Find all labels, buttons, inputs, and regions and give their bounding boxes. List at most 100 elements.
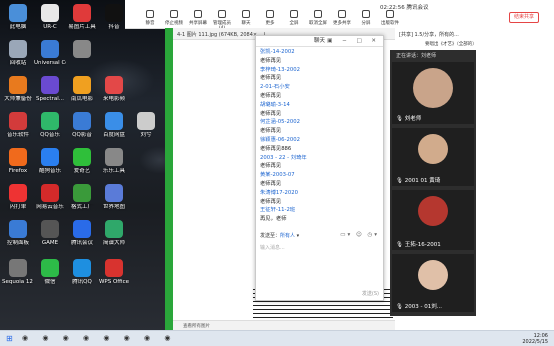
windows-start-icon[interactable]: ⊞ (6, 334, 13, 343)
desktop-icon[interactable]: 音乐软件 (2, 112, 34, 139)
chat-sender: 胡璐瑜-3-14 (260, 101, 290, 108)
desktop-icon[interactable]: Universal Control (34, 40, 66, 67)
viewer-footer[interactable]: 查看所有图片 (173, 320, 395, 330)
toolbar-button[interactable]: 更多共享 (331, 10, 353, 26)
desktop-icon[interactable]: 此电脑 (2, 4, 34, 31)
desktop-icon[interactable]: 乐乐工具 (98, 148, 130, 175)
toolbar-label: 停止视频 (165, 21, 183, 26)
toolbar-button[interactable]: 分屏 (355, 10, 377, 26)
taskbar: ⊞ ◉ ◉ ◉ ◉ ◉ ◉ ◉ ◉ 12:06 2022/5/15 (0, 330, 554, 346)
system-tray-clock[interactable]: 12:06 2022/5/15 (522, 333, 548, 345)
participant-tile[interactable]: 🎙 2003 - 01刘... (392, 254, 474, 312)
window-controls[interactable]: ▣ − □ ✕ (327, 36, 380, 47)
toolbar-button[interactable]: 停止视频 (163, 10, 185, 26)
desktop-icon-label: 大师兼备份 (4, 96, 32, 102)
send-to-target[interactable]: 所有人 (280, 233, 295, 239)
desktop-icon[interactable]: 爱奇艺 (66, 148, 98, 175)
toolbar-label: 取消全屏 (309, 21, 327, 26)
app-icon (105, 4, 123, 22)
desktop-icon[interactable]: 腾讯会议 (66, 220, 98, 247)
toolbar-button[interactable]: 出版软件 (379, 10, 401, 26)
toolbar-button[interactable]: 全屏 (283, 10, 305, 26)
desktop-icon[interactable]: 百度网盘 (98, 112, 130, 139)
send-to[interactable]: 发送至：所有人 ▾ (260, 232, 299, 239)
toolbar-label: 出版软件 (381, 21, 399, 26)
desktop-icon[interactable]: 微信 (34, 259, 66, 286)
app-icon (137, 112, 155, 130)
toolbar-button[interactable]: 共享屏幕 (187, 10, 209, 26)
app-icon (9, 220, 27, 238)
desktop-icon[interactable]: QQ影音 (66, 112, 98, 139)
desktop-icon[interactable]: 闪打单 (2, 184, 34, 211)
desktop-icon-label: 刘兮 (140, 132, 152, 138)
toolbar-button[interactable]: 静音 (139, 10, 161, 26)
desktop-icon[interactable]: 南瓜电影 (66, 76, 98, 103)
app-icon (9, 4, 27, 22)
app-icon (105, 112, 123, 130)
toolbar-button[interactable]: 聊天 (235, 10, 257, 26)
desktop-icon-label: 音乐软件 (6, 132, 29, 138)
app-icon (41, 76, 59, 94)
desktop-icon[interactable]: 酷狗音乐 (34, 148, 66, 175)
toolbar-icon (194, 10, 202, 18)
app-icon (105, 184, 123, 202)
desktop-icon-label: 回收站 (9, 60, 27, 66)
end-share-button[interactable]: 结束共享 (509, 12, 539, 23)
participant-video (418, 134, 448, 164)
chat-input[interactable]: 输入消息... (260, 244, 285, 251)
participant-name: 🎙 刘老师 (396, 116, 422, 122)
toolbar-icon (266, 10, 274, 18)
share-border (165, 28, 173, 330)
desktop-icon[interactable]: Spectral... (34, 76, 66, 103)
app-icon (41, 40, 59, 58)
desktop-icon[interactable]: 大师兼备份 (2, 76, 34, 103)
desktop-icon-label: 腾讯QQ (72, 279, 92, 285)
toolbar-button[interactable]: 取消全屏 (307, 10, 329, 26)
desktop-icon[interactable]: 腾讯QQ (66, 259, 98, 286)
participant-video (413, 68, 453, 108)
desktop-icon[interactable]: 网易云音乐 (34, 184, 66, 211)
desktop-icon[interactable]: 世界地图 (98, 184, 130, 211)
desktop-icon[interactable]: QQ音乐 (34, 112, 66, 139)
toolbar-icon (242, 10, 250, 18)
app-icon (73, 259, 91, 277)
chat-message: 老师再见 (260, 57, 282, 64)
chat-sender: 2-01-石小安 (260, 84, 290, 91)
desktop-icon[interactable]: 回收站 (2, 40, 34, 67)
app-icon (9, 112, 27, 130)
desktop-icon[interactable]: UR-C (34, 4, 66, 31)
app-icon (9, 148, 27, 166)
app-icon (105, 220, 123, 238)
desktop-icon-label: 南瓜电影 (70, 96, 93, 102)
desktop-icon[interactable]: GAME (34, 220, 66, 247)
chat-message: 老师再见886 (260, 145, 292, 152)
desktop-icon[interactable]: 格式工厂 (66, 184, 98, 211)
desktop-icon-label: 闪打单 (9, 204, 27, 210)
desktop-icon[interactable]: 来电影频 (98, 76, 130, 103)
taskbar-apps[interactable]: ◉ ◉ ◉ ◉ ◉ ◉ ◉ ◉ (22, 334, 176, 342)
desktop-icon[interactable]: Firefox (2, 148, 34, 175)
app-icon (73, 184, 91, 202)
desktop-icon[interactable]: 易图片工具 (66, 4, 98, 31)
participant-name: 🎙 2001 01 黄琦 (396, 178, 441, 184)
app-icon (73, 4, 91, 22)
app-icon (41, 148, 59, 166)
desktop-icon[interactable]: 刘兮 (130, 112, 162, 139)
chat-tools[interactable]: ▭▾ ☺ ◷▾ (340, 232, 379, 238)
toolbar-label: 聊天 (241, 21, 251, 26)
desktop-icon[interactable]: 控制面板 (2, 220, 34, 247)
desktop-icon[interactable]: WPS Office (98, 259, 130, 286)
send-button[interactable]: 发送(S) (362, 290, 379, 297)
desktop-icon[interactable] (66, 40, 98, 60)
participant-tile[interactable]: 🎙 刘老师 (392, 62, 474, 124)
desktop-icon-label: Firefox (8, 168, 28, 174)
participant-tile[interactable]: 🎙 2001 01 黄琦 (392, 128, 474, 186)
desktop-icon[interactable]: Sequoia 12 (64-Bit) (2, 259, 34, 286)
participant-name: 🎙 王拓-16-2001 (396, 242, 441, 248)
app-icon (41, 4, 59, 22)
toolbar-button[interactable]: 更多 (259, 10, 281, 26)
desktop-icon[interactable]: 简谱大师 (98, 220, 130, 247)
participant-tile[interactable]: 🎙 王拓-16-2001 (392, 190, 474, 250)
app-icon (73, 76, 91, 94)
toolbar-label: 更多 (265, 21, 275, 26)
